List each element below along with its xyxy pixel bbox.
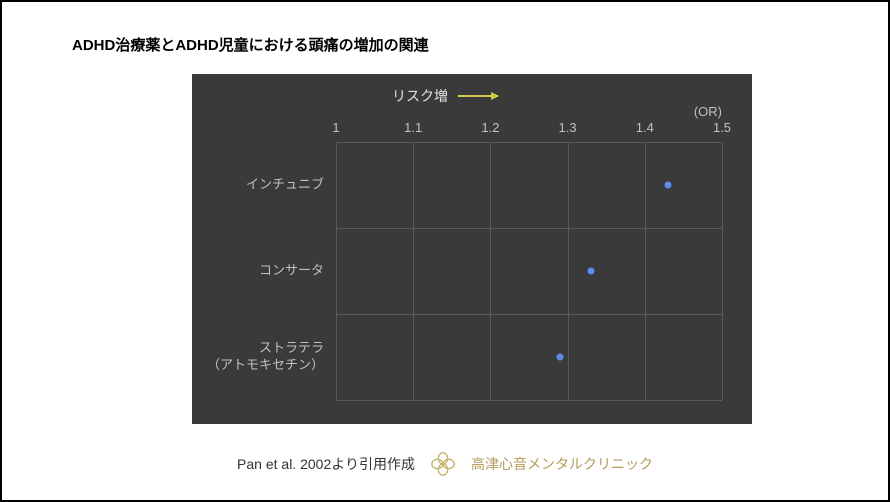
chart-panel: リスク増 (OR) 1 1.1 1.2 1.3 1.4 1.5 インチュニブ コ…	[192, 74, 752, 424]
grid-h	[336, 142, 722, 143]
x-tick: 1.1	[404, 120, 422, 135]
x-tick: 1.3	[559, 120, 577, 135]
grid-v: 1	[336, 142, 337, 400]
data-point-strattera	[556, 353, 563, 360]
grid-v: 1.2	[490, 142, 491, 400]
grid-v: 1.4	[645, 142, 646, 400]
arrow-right-icon	[458, 95, 498, 97]
page-title: ADHD治療薬とADHD児童における頭痛の増加の関連	[72, 34, 429, 55]
data-point-intuniv	[664, 181, 671, 188]
x-tick: 1.5	[713, 120, 731, 135]
grid-h	[336, 400, 722, 401]
plot-area: 1 1.1 1.2 1.3 1.4 1.5 インチュニブ コンサータ ストラテラ…	[336, 142, 722, 400]
citation-text: Pan et al. 2002より引用作成	[237, 454, 415, 474]
grid-h	[336, 228, 722, 229]
clinic-name: 高津心音メンタルクリニック	[471, 454, 653, 474]
risk-direction-label: リスク増	[392, 86, 498, 106]
y-label-intuniv: インチュニブ	[246, 177, 324, 194]
x-tick: 1.2	[481, 120, 499, 135]
clinic-logo-icon	[429, 450, 457, 478]
x-tick: 1	[332, 120, 339, 135]
or-axis-label: (OR)	[694, 104, 722, 119]
y-label-strattera: ストラテラ （アトモキセチン）	[207, 340, 324, 374]
grid-v: 1.5	[722, 142, 723, 400]
x-tick: 1.4	[636, 120, 654, 135]
footer: Pan et al. 2002より引用作成 高津心音メンタルクリニック	[2, 450, 888, 478]
grid-v: 1.1	[413, 142, 414, 400]
risk-text: リスク増	[392, 86, 448, 106]
data-point-concerta	[587, 268, 594, 275]
grid-h	[336, 314, 722, 315]
grid-v: 1.3	[568, 142, 569, 400]
y-label-concerta: コンサータ	[259, 263, 324, 280]
